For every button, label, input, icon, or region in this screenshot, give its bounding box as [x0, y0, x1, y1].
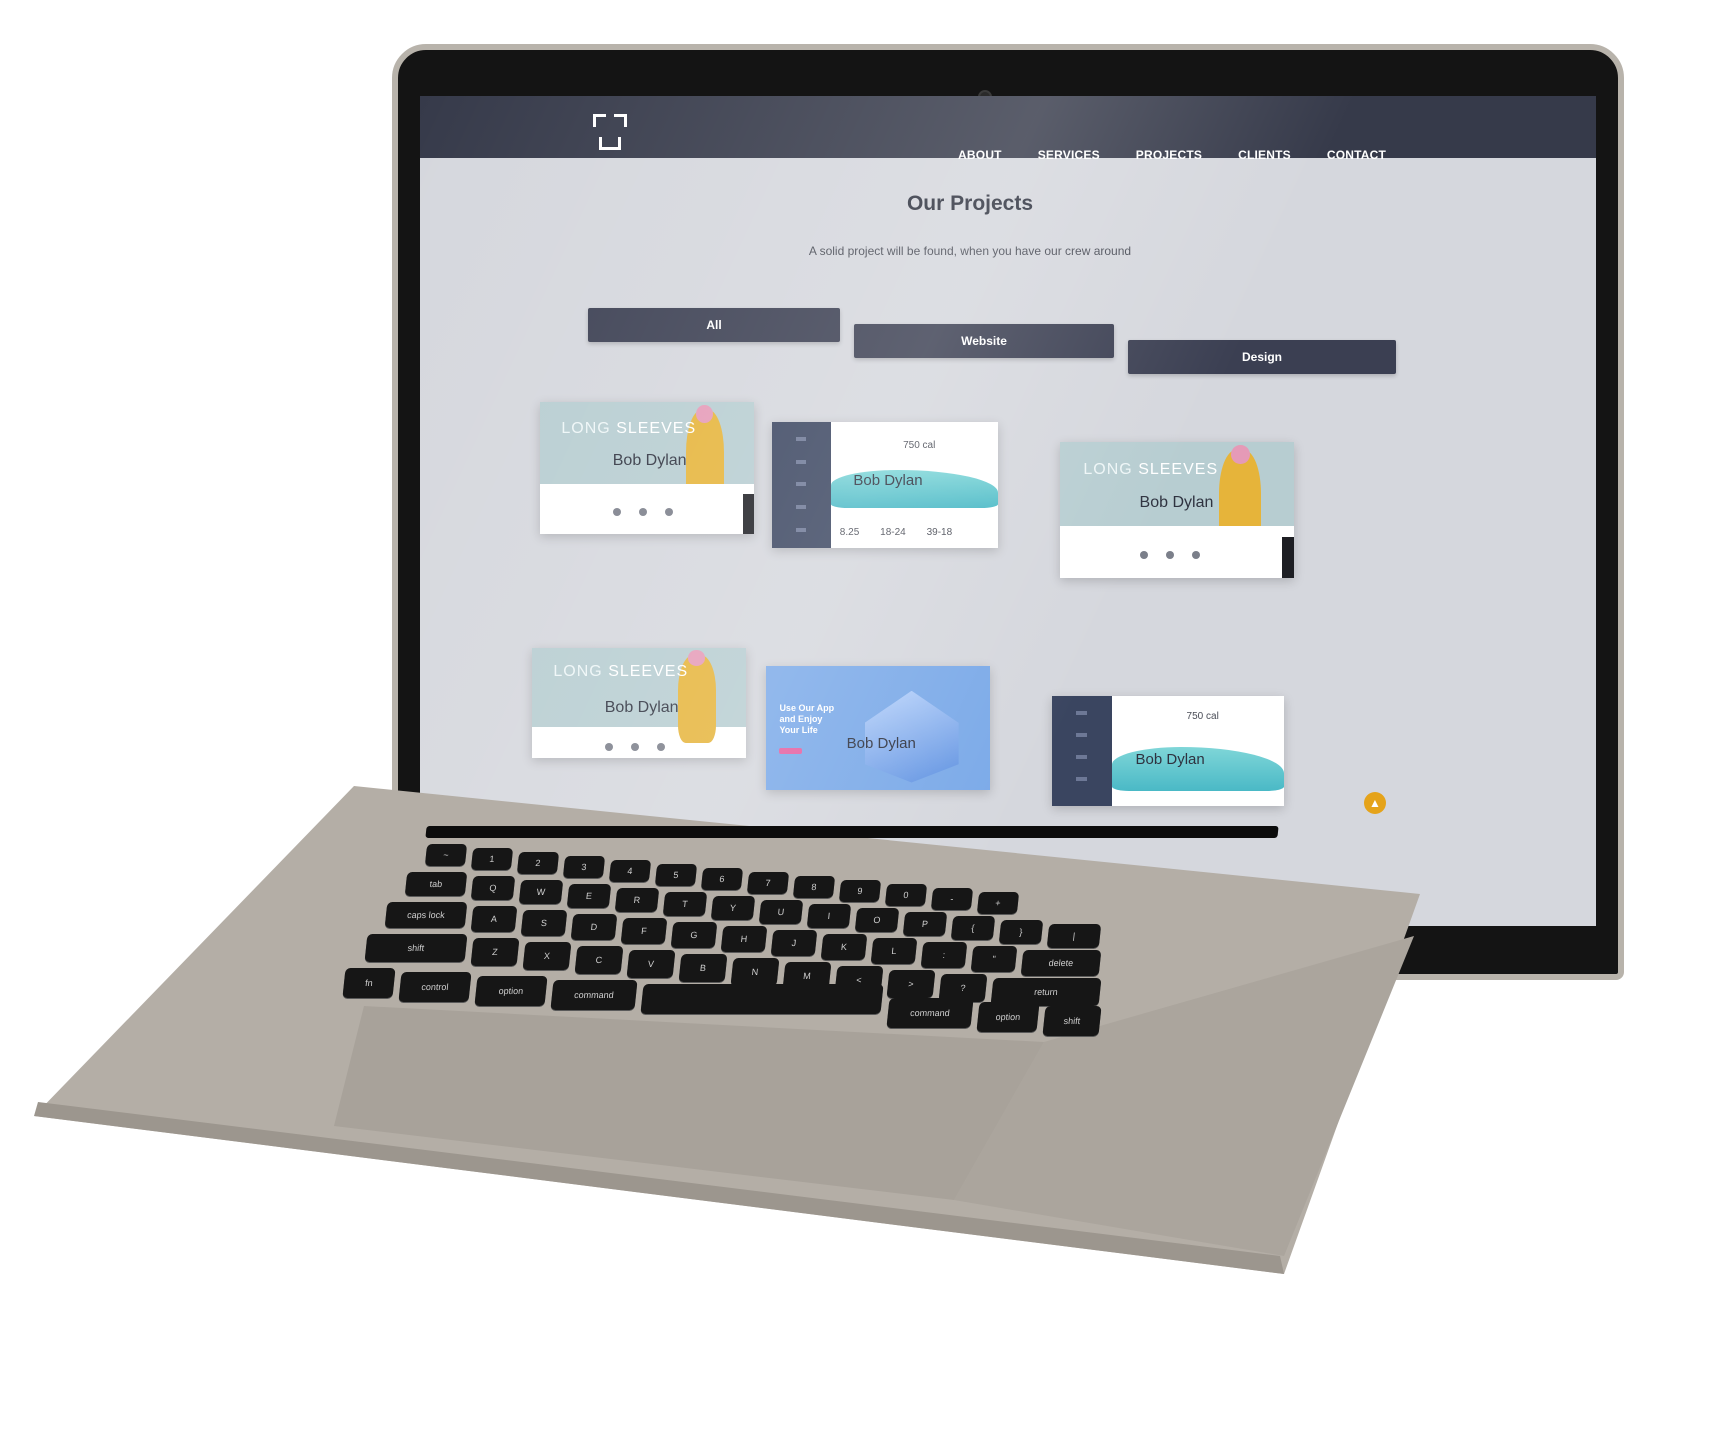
project-name: Bob Dylan	[1139, 493, 1214, 511]
key-option-left[interactable]: option	[474, 976, 548, 1006]
project-headline: LONG SLEEVES	[1083, 461, 1219, 479]
filter-all-button[interactable]: All	[588, 308, 840, 342]
key-5[interactable]: 5	[654, 864, 698, 886]
key-f[interactable]: F	[620, 918, 668, 944]
key-k[interactable]: K	[820, 934, 868, 960]
project-card[interactable]: LONG SLEEVES Bob Dylan	[532, 648, 746, 758]
key-minus[interactable]: -	[930, 888, 974, 910]
laptop-scene: ABOUT SERVICES PROJECTS CLIENTS CONTACT …	[0, 0, 1712, 1440]
key-option-right[interactable]: option	[976, 1002, 1040, 1032]
nav-services[interactable]: SERVICES	[1038, 148, 1100, 162]
key-6[interactable]: 6	[700, 868, 744, 890]
key-quote[interactable]: "	[970, 946, 1018, 972]
key-c[interactable]: C	[574, 946, 624, 974]
dashboard-sidebar	[772, 422, 831, 548]
key-w[interactable]: W	[518, 880, 564, 904]
nav-contact[interactable]: CONTACT	[1327, 148, 1386, 162]
key-p[interactable]: P	[902, 912, 948, 936]
project-card[interactable]: 750 cal Bob Dylan 8.25 18-24 39-18	[772, 422, 998, 548]
key-2[interactable]: 2	[516, 852, 560, 874]
key-4[interactable]: 4	[608, 860, 652, 882]
key-colon[interactable]: :	[920, 942, 968, 968]
key-z[interactable]: Z	[470, 938, 520, 966]
project-name: Bob Dylan	[612, 452, 687, 470]
calories-value: 750 cal	[903, 439, 936, 451]
project-headline: LONG SLEEVES	[553, 663, 689, 681]
key-right-brace[interactable]: }	[998, 920, 1044, 944]
key-greater-than[interactable]: >	[886, 970, 936, 998]
key-l[interactable]: L	[870, 938, 918, 964]
key-left-brace[interactable]: {	[950, 916, 996, 940]
key-space[interactable]	[640, 984, 884, 1014]
key-0[interactable]: 0	[884, 884, 928, 906]
key-7[interactable]: 7	[746, 872, 790, 894]
project-name: Bob Dylan	[846, 735, 916, 753]
key-x[interactable]: X	[522, 942, 572, 970]
key-1[interactable]: 1	[470, 848, 514, 870]
key-j[interactable]: J	[770, 930, 818, 956]
key-g[interactable]: G	[670, 922, 718, 948]
key-shift-right[interactable]: shift	[1042, 1006, 1102, 1036]
project-name: Bob Dylan	[604, 698, 679, 716]
project-name: Bob Dylan	[1135, 751, 1205, 768]
project-name: Bob Dylan	[853, 472, 923, 490]
page-subtitle: A solid project will be found, when you …	[808, 244, 1132, 258]
app-tagline: Use Our App and Enjoy Your Life	[779, 703, 835, 736]
nav-links: ABOUT SERVICES PROJECTS CLIENTS CONTACT	[958, 148, 1386, 162]
key-e[interactable]: E	[566, 884, 612, 908]
project-headline: LONG SLEEVES	[561, 420, 697, 438]
key-control[interactable]: control	[398, 972, 472, 1002]
laptop-base: ~ 1 2 3 4 5 6 7 8 9 0 - + tab Q W E R T …	[34, 786, 1420, 1274]
key-i[interactable]: I	[806, 904, 852, 928]
key-3[interactable]: 3	[562, 856, 606, 878]
key-caps-lock[interactable]: caps lock	[384, 902, 468, 928]
nav-about[interactable]: ABOUT	[958, 148, 1002, 162]
key-tilde[interactable]: ~	[424, 844, 468, 866]
calories-value: 750 cal	[1186, 711, 1219, 723]
filter-design-button[interactable]: Design	[1128, 340, 1396, 374]
key-v[interactable]: V	[626, 950, 676, 978]
filter-website-button[interactable]: Website	[854, 324, 1114, 358]
project-card[interactable]: LONG SLEEVES Bob Dylan	[1060, 442, 1294, 578]
key-delete[interactable]: delete	[1020, 950, 1102, 976]
key-a[interactable]: A	[470, 906, 518, 932]
key-plus[interactable]: +	[976, 892, 1020, 914]
nav-projects[interactable]: PROJECTS	[1136, 148, 1202, 162]
key-9[interactable]: 9	[838, 880, 882, 902]
brand-logo-icon[interactable]	[593, 114, 627, 150]
dashboard-stats: 8.25 18-24 39-18	[839, 526, 953, 538]
nav-clients[interactable]: CLIENTS	[1238, 148, 1291, 162]
key-u[interactable]: U	[758, 900, 804, 924]
key-h[interactable]: H	[720, 926, 768, 952]
key-fn[interactable]: fn	[342, 968, 396, 998]
key-command-left[interactable]: command	[550, 980, 638, 1010]
app-cta-button	[779, 747, 802, 755]
keyboard: ~ 1 2 3 4 5 6 7 8 9 0 - + tab Q W E R T …	[34, 786, 1420, 1274]
key-r[interactable]: R	[614, 888, 660, 912]
key-pipe[interactable]: |	[1046, 924, 1102, 948]
key-o[interactable]: O	[854, 908, 900, 932]
key-d[interactable]: D	[570, 914, 618, 940]
key-8[interactable]: 8	[792, 876, 836, 898]
key-b[interactable]: B	[678, 954, 728, 982]
key-tab[interactable]: tab	[404, 872, 468, 896]
site-navbar: ABOUT SERVICES PROJECTS CLIENTS CONTACT	[420, 96, 1596, 162]
page-title: Our Projects	[906, 192, 1034, 215]
key-q[interactable]: Q	[470, 876, 516, 900]
key-shift-left[interactable]: shift	[364, 934, 468, 962]
project-card[interactable]: LONG SLEEVES Bob Dylan	[540, 402, 754, 534]
key-command-right[interactable]: command	[886, 998, 974, 1028]
key-t[interactable]: T	[662, 892, 708, 916]
key-y[interactable]: Y	[710, 896, 756, 920]
key-s[interactable]: S	[520, 910, 568, 936]
key-n[interactable]: N	[730, 958, 780, 986]
project-card[interactable]: Use Our App and Enjoy Your Life Bob Dyla…	[766, 666, 990, 790]
